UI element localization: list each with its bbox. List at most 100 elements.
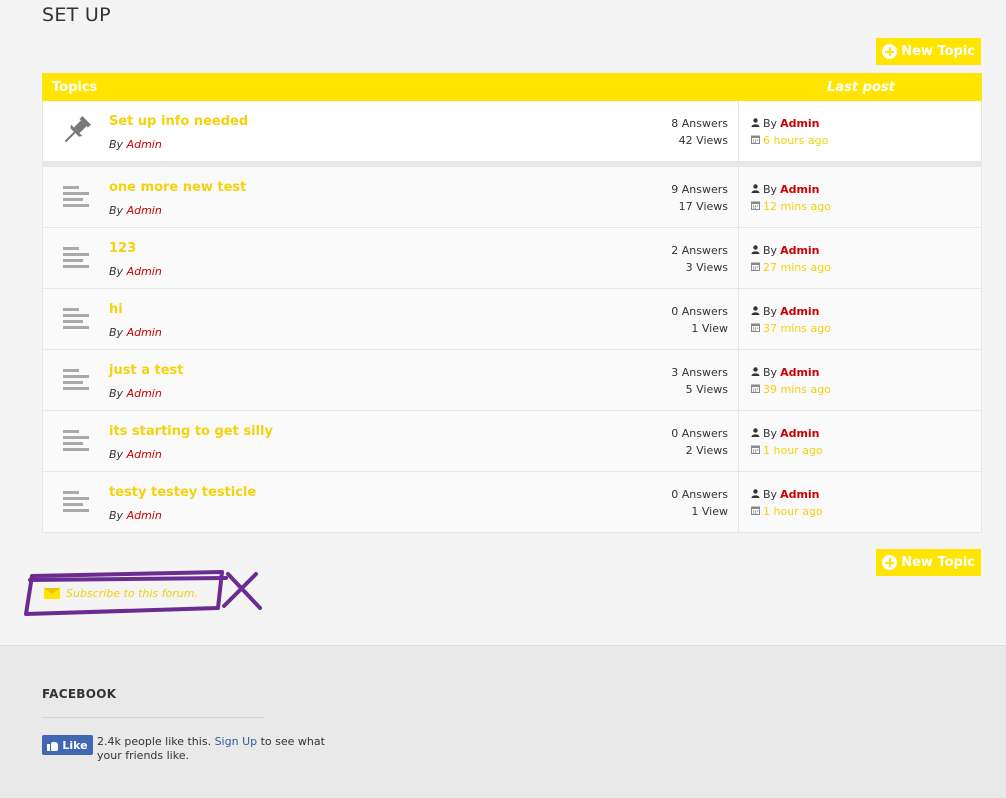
row-last-post-cell: By Admin 1 hour ago — [739, 411, 981, 471]
table-row: its starting to get silly By Admin 0 Ans… — [42, 411, 982, 472]
by-label: By — [109, 204, 124, 217]
author-link[interactable]: Admin — [127, 265, 162, 278]
table-header: Topics Last post — [42, 73, 982, 101]
user-icon — [751, 364, 760, 381]
row-main-cell: hi By Admin — [109, 289, 619, 349]
answers-count: 9 Answers — [671, 183, 728, 196]
user-icon — [751, 425, 760, 442]
topic-author: By Admin — [109, 326, 162, 339]
last-post-ago-link[interactable]: 39 mins ago — [763, 381, 831, 398]
last-post-ago-link[interactable]: 12 mins ago — [763, 198, 831, 215]
calendar-icon — [751, 132, 760, 149]
topic-title-link[interactable]: just a test — [109, 363, 619, 378]
views-count: 2 Views — [685, 444, 728, 457]
row-stats-cell: 2 Answers 3 Views — [619, 228, 739, 288]
author-link[interactable]: Admin — [127, 204, 162, 217]
last-post-ago-link[interactable]: 1 hour ago — [763, 442, 823, 459]
row-stats-cell: 0 Answers 1 View — [619, 289, 739, 349]
user-icon — [751, 115, 760, 132]
views-count: 17 Views — [678, 200, 728, 213]
calendar-icon — [751, 442, 760, 459]
topic-title-link[interactable]: Set up info needed — [109, 114, 619, 129]
user-icon — [751, 242, 760, 259]
last-post-author-link[interactable]: Admin — [780, 303, 819, 320]
thumbs-up-icon — [47, 740, 59, 751]
new-topic-label: New Topic — [901, 555, 975, 570]
row-main-cell: 123 By Admin — [109, 228, 619, 288]
last-post-ago-link[interactable]: 27 mins ago — [763, 259, 831, 276]
topic-lines-icon — [63, 430, 89, 452]
author-link[interactable]: Admin — [127, 448, 162, 461]
last-post-author-link[interactable]: Admin — [780, 115, 819, 132]
table-row: testy testey testicle By Admin 0 Answers… — [42, 472, 982, 533]
last-post-time: 39 mins ago — [751, 381, 981, 398]
user-icon — [751, 181, 760, 198]
by-label: By — [109, 326, 124, 339]
row-icon-cell — [43, 101, 109, 161]
by-label: By — [763, 305, 778, 318]
topic-author: By Admin — [109, 387, 162, 400]
last-post-author-link[interactable]: Admin — [780, 242, 819, 259]
subscribe-link[interactable]: Subscribe to this forum. — [44, 587, 198, 600]
facebook-like-text: 2.4k people like this. Sign Up to see wh… — [97, 735, 337, 763]
row-main-cell: just a test By Admin — [109, 350, 619, 410]
last-post-ago-link[interactable]: 37 mins ago — [763, 320, 831, 337]
author-link[interactable]: Admin — [127, 138, 162, 151]
pin-icon — [59, 114, 93, 148]
calendar-icon — [751, 198, 760, 215]
row-last-post-cell: By Admin 6 hours ago — [739, 101, 981, 161]
last-post-ago-link[interactable]: 1 hour ago — [763, 503, 823, 520]
table-row: just a test By Admin 3 Answers 5 Views B… — [42, 350, 982, 411]
author-link[interactable]: Admin — [127, 387, 162, 400]
facebook-signup-link[interactable]: Sign Up — [215, 735, 258, 748]
topic-title-link[interactable]: one more new test — [109, 180, 619, 195]
views-count: 42 Views — [678, 134, 728, 147]
plus-circle-icon — [882, 44, 898, 59]
by-label: By — [109, 387, 124, 400]
last-post-time: 27 mins ago — [751, 259, 981, 276]
last-post-by: By Admin — [751, 303, 981, 320]
row-stats-cell: 0 Answers 2 Views — [619, 411, 739, 471]
topic-lines-icon — [63, 186, 89, 208]
by-label: By — [109, 509, 124, 522]
topic-title-link[interactable]: its starting to get silly — [109, 424, 619, 439]
last-post-author-link[interactable]: Admin — [780, 486, 819, 503]
row-icon-cell — [43, 228, 109, 288]
topic-title-link[interactable]: 123 — [109, 241, 619, 256]
like-count-text: 2.4k people like this. — [97, 735, 212, 748]
last-post-by: By Admin — [751, 115, 981, 132]
topic-title-link[interactable]: testy testey testicle — [109, 485, 619, 500]
like-label: Like — [62, 738, 88, 752]
last-post-author-link[interactable]: Admin — [780, 425, 819, 442]
facebook-title: FACEBOOK — [42, 687, 117, 701]
last-post-by: By Admin — [751, 425, 981, 442]
last-post-time: 12 mins ago — [751, 198, 981, 215]
topic-author: By Admin — [109, 448, 162, 461]
row-last-post-cell: By Admin 27 mins ago — [739, 228, 981, 288]
last-post-ago-link[interactable]: 6 hours ago — [763, 132, 828, 149]
views-count: 1 View — [691, 505, 728, 518]
footer-divider — [42, 717, 264, 718]
new-topic-button-top[interactable]: New Topic — [876, 38, 981, 65]
answers-count: 8 Answers — [671, 117, 728, 130]
topic-title-link[interactable]: hi — [109, 302, 619, 317]
answers-count: 3 Answers — [671, 366, 728, 379]
row-icon-cell — [43, 167, 109, 227]
last-post-author-link[interactable]: Admin — [780, 181, 819, 198]
facebook-like-button[interactable]: Like — [42, 735, 93, 755]
plus-circle-icon — [882, 555, 898, 570]
topic-lines-icon — [63, 369, 89, 391]
by-label: By — [763, 488, 778, 501]
last-post-by: By Admin — [751, 242, 981, 259]
row-icon-cell — [43, 472, 109, 532]
by-label: By — [763, 117, 778, 130]
table-row: one more new test By Admin 9 Answers 17 … — [42, 167, 982, 228]
calendar-icon — [751, 320, 760, 337]
last-post-author-link[interactable]: Admin — [780, 364, 819, 381]
answers-count: 2 Answers — [671, 244, 728, 257]
answers-count: 0 Answers — [671, 488, 728, 501]
author-link[interactable]: Admin — [127, 326, 162, 339]
author-link[interactable]: Admin — [127, 509, 162, 522]
new-topic-button-bottom[interactable]: New Topic — [876, 549, 981, 576]
row-last-post-cell: By Admin 12 mins ago — [739, 167, 981, 227]
